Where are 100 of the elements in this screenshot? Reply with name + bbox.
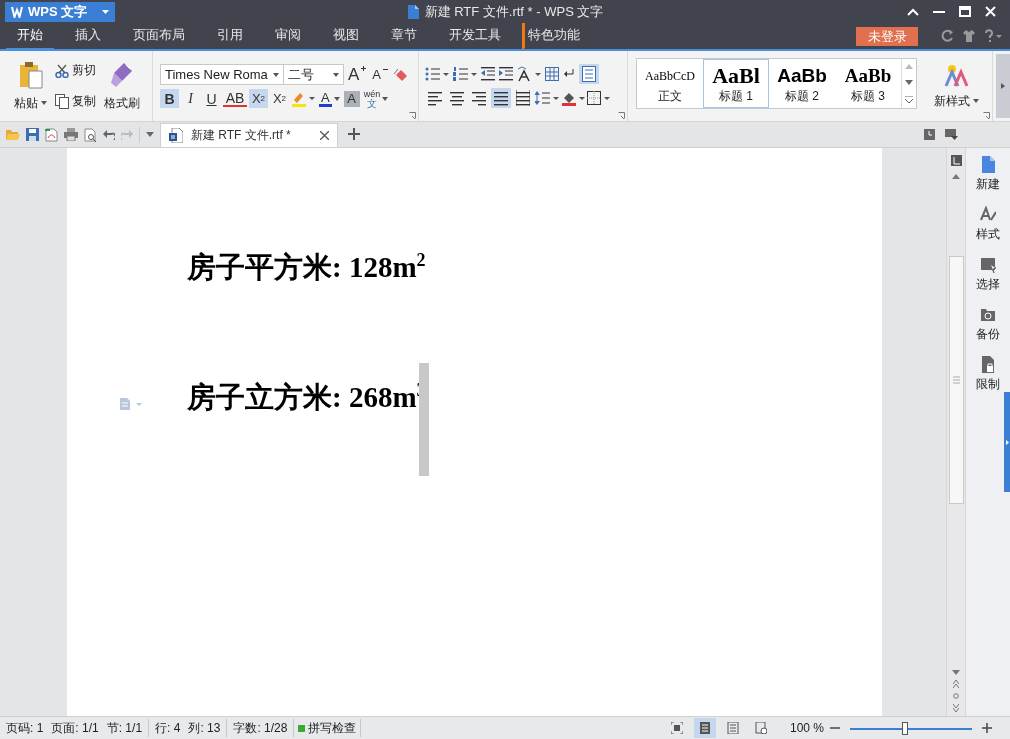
align-distributed-button[interactable] bbox=[513, 88, 533, 108]
dialog-launcher-icon[interactable] bbox=[983, 112, 990, 119]
bullet-list-icon[interactable] bbox=[425, 67, 449, 81]
new-document-icon bbox=[980, 156, 996, 173]
next-page-icon[interactable] bbox=[953, 704, 959, 712]
ribbon-tab[interactable]: 引用 bbox=[206, 22, 254, 50]
cut-button[interactable]: 剪切 bbox=[52, 60, 99, 81]
style-preset[interactable]: AaBb 标题 3 bbox=[835, 59, 901, 108]
paste-button[interactable]: 粘贴 bbox=[11, 58, 50, 114]
text-direction-icon[interactable] bbox=[517, 66, 541, 82]
scroll-up-icon[interactable] bbox=[952, 174, 960, 179]
scissors-icon bbox=[55, 63, 69, 78]
numbered-list-icon[interactable] bbox=[453, 67, 477, 81]
paragraph-handle-icon[interactable] bbox=[120, 398, 142, 410]
sparkle-style-icon bbox=[943, 62, 970, 87]
export-pdf-icon[interactable] bbox=[45, 127, 58, 142]
ribbon-tab[interactable]: 开始 bbox=[6, 22, 54, 50]
sidebar-item[interactable]: 样式 bbox=[976, 206, 1000, 243]
grow-font-button[interactable]: A bbox=[346, 66, 369, 83]
fullscreen-view-icon bbox=[670, 722, 683, 734]
underline-button[interactable]: U bbox=[202, 89, 221, 108]
align-center-icon bbox=[450, 90, 464, 106]
reading-mode-icon[interactable] bbox=[950, 155, 962, 166]
table-icon[interactable] bbox=[545, 67, 559, 81]
increase-indent-icon[interactable] bbox=[499, 67, 513, 81]
new-style-button[interactable]: 新样式 bbox=[931, 60, 982, 112]
format-painter-button[interactable]: 格式刷 bbox=[101, 58, 143, 114]
copy-button[interactable]: 复制 bbox=[52, 91, 99, 112]
ribbon-tab[interactable]: 开发工具 bbox=[438, 22, 512, 50]
font-size-field[interactable]: 二号 bbox=[283, 64, 344, 85]
status-field: 行: 4 bbox=[155, 719, 181, 737]
shrink-font-button[interactable]: A bbox=[370, 67, 390, 82]
style-preset[interactable]: AaBbCcD 正文 bbox=[637, 59, 703, 108]
paintbrush-icon bbox=[110, 60, 134, 89]
ribbon-tab[interactable]: 视图 bbox=[322, 22, 370, 50]
zoom-in-icon[interactable] bbox=[982, 723, 992, 733]
show-marks-button[interactable] bbox=[579, 64, 599, 84]
shirt-icon[interactable] bbox=[962, 29, 976, 43]
caret-icon bbox=[102, 10, 109, 14]
window-title: 新建 RTF 文件.rtf * - WPS 文字 bbox=[424, 2, 604, 21]
line-spacing-icon[interactable] bbox=[535, 91, 559, 105]
clock-icon[interactable] bbox=[924, 129, 935, 140]
print-icon[interactable] bbox=[64, 128, 78, 141]
task-pane-toggle[interactable] bbox=[1004, 392, 1010, 492]
undo-icon[interactable] bbox=[103, 129, 115, 140]
style-preset[interactable]: AaBb 标题 2 bbox=[769, 59, 835, 108]
clipboard-icon bbox=[18, 60, 43, 89]
sidebar-item[interactable]: 选择 bbox=[976, 256, 1000, 293]
spell-check-button[interactable]: 拼写检查 bbox=[294, 719, 362, 737]
page-view-button[interactable] bbox=[693, 718, 716, 738]
collapse-ribbon-icon[interactable] bbox=[907, 7, 919, 16]
status-field: 列: 13 bbox=[188, 719, 221, 737]
sidebar-item[interactable]: 限制 bbox=[976, 356, 1000, 393]
strikethrough-button[interactable]: AB bbox=[223, 90, 247, 107]
align-distributed-icon bbox=[516, 90, 530, 106]
browse-object-icon[interactable] bbox=[953, 693, 959, 699]
app-menu-button[interactable]: WPS 文字 bbox=[5, 2, 115, 22]
align-left-icon bbox=[428, 90, 442, 106]
help-icon[interactable] bbox=[984, 29, 1002, 43]
sidebar-item[interactable]: 新建 bbox=[976, 156, 1000, 193]
previous-page-icon[interactable] bbox=[953, 680, 959, 688]
borders-icon[interactable] bbox=[587, 91, 611, 105]
char-shading-button[interactable]: A bbox=[343, 90, 360, 107]
grip-icon bbox=[952, 376, 960, 384]
scroll-thumb[interactable] bbox=[948, 256, 964, 504]
ribbon-tab[interactable]: 插入 bbox=[64, 22, 112, 50]
backup-icon bbox=[980, 306, 996, 323]
new-tab-icon[interactable] bbox=[348, 128, 360, 140]
eraser-icon[interactable] bbox=[392, 66, 408, 83]
sidebar-item[interactable]: 备份 bbox=[976, 306, 1000, 343]
close-icon[interactable] bbox=[320, 131, 329, 140]
ribbon-tab[interactable]: 审阅 bbox=[264, 22, 312, 50]
italic-button[interactable]: I bbox=[181, 89, 200, 108]
align-justify-button[interactable] bbox=[491, 88, 511, 108]
window-list-icon[interactable] bbox=[945, 129, 958, 140]
caret-icon bbox=[41, 101, 47, 105]
dialog-launcher-icon[interactable] bbox=[618, 112, 625, 119]
decrease-indent-icon[interactable] bbox=[481, 67, 495, 81]
dialog-launcher-icon[interactable] bbox=[409, 112, 416, 119]
superscript-button[interactable]: X$^{2}$ bbox=[249, 89, 268, 108]
expand-gallery-icon[interactable] bbox=[905, 95, 913, 103]
save-icon[interactable] bbox=[26, 128, 39, 141]
font-name-field[interactable]: Times New Roma bbox=[160, 64, 284, 85]
scroll-down-icon[interactable] bbox=[905, 80, 913, 85]
document-tab[interactable]: 新建 RTF 文件.rtf * bbox=[160, 123, 338, 147]
scroll-down-icon[interactable] bbox=[952, 670, 960, 675]
phonetic-guide-button[interactable]: wén 文 bbox=[361, 89, 391, 108]
zoom-slider-thumb[interactable] bbox=[901, 721, 908, 735]
ribbon-tab[interactable]: 页面布局 bbox=[122, 22, 196, 50]
style-preset[interactable]: AaBl 标题 1 bbox=[703, 59, 769, 108]
ribbon-tab[interactable]: 章节 bbox=[380, 22, 428, 50]
page-view-icon bbox=[698, 722, 711, 734]
shading-icon[interactable] bbox=[561, 90, 585, 106]
font-color-button[interactable]: A bbox=[317, 90, 342, 107]
refresh-icon[interactable] bbox=[940, 29, 954, 43]
caret-icon[interactable] bbox=[146, 132, 154, 137]
print-preview-icon[interactable] bbox=[84, 127, 97, 142]
maximize-icon[interactable] bbox=[959, 6, 971, 17]
bold-button[interactable]: B bbox=[160, 89, 179, 108]
paragraph-marks-icon bbox=[582, 66, 596, 82]
